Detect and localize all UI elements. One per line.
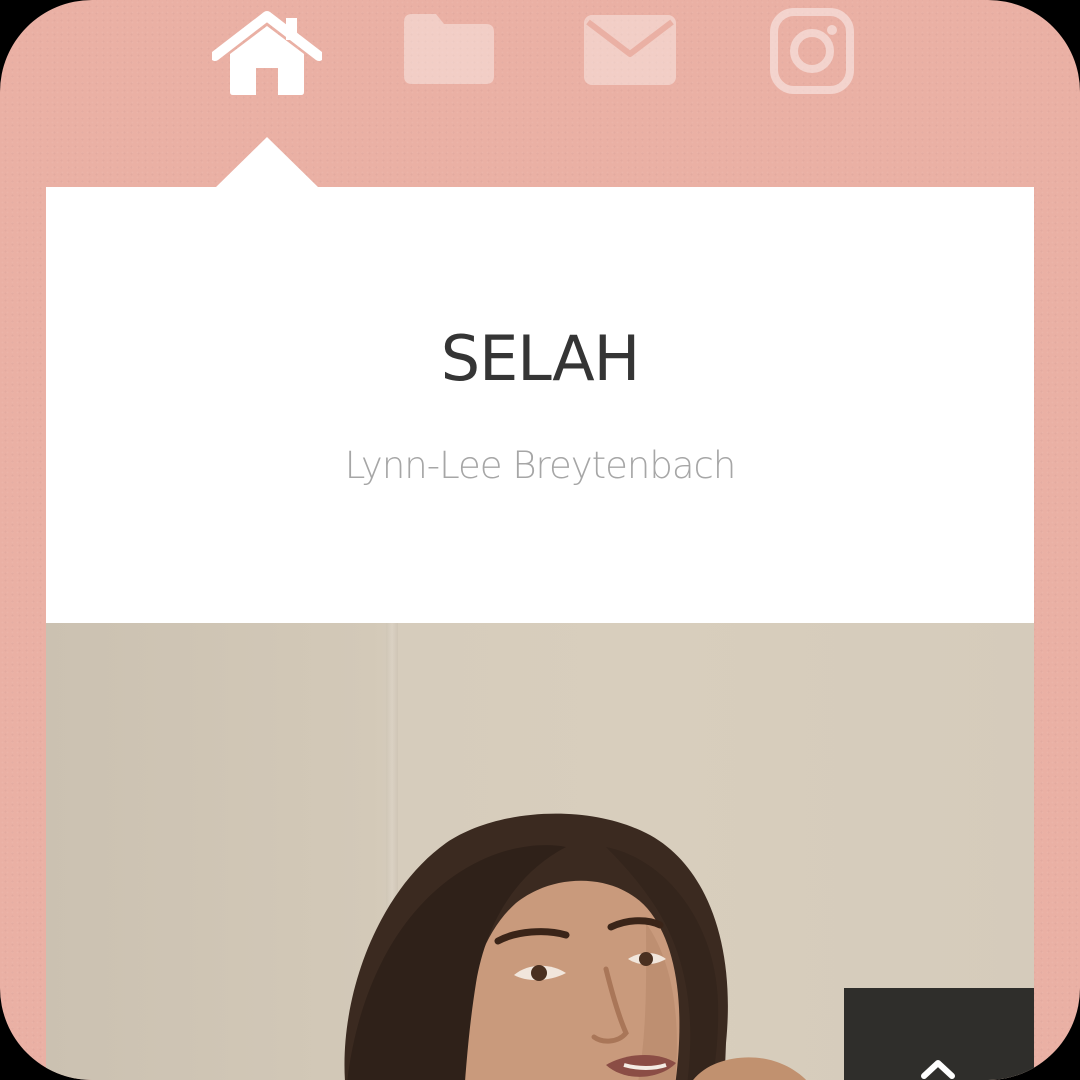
back-to-top-button[interactable]	[844, 988, 1034, 1080]
nav-home[interactable]	[212, 6, 322, 96]
header-card	[46, 187, 1034, 623]
page-title: SELAH	[440, 322, 641, 395]
app-frame: SELAH Lynn-Lee Breytenbach	[0, 0, 1080, 1080]
chevron-up-icon	[921, 1060, 955, 1079]
nav-portfolio[interactable]	[398, 10, 498, 90]
author-name: Lynn-Lee Breytenbach	[344, 444, 737, 487]
top-nav	[0, 0, 1080, 110]
nav-instagram[interactable]	[766, 6, 858, 96]
active-tab-pointer	[215, 137, 319, 188]
instagram-icon	[770, 8, 854, 94]
home-icon	[212, 11, 322, 95]
folder-icon	[404, 14, 494, 84]
nav-contact[interactable]	[580, 10, 680, 90]
mail-icon	[584, 15, 676, 85]
